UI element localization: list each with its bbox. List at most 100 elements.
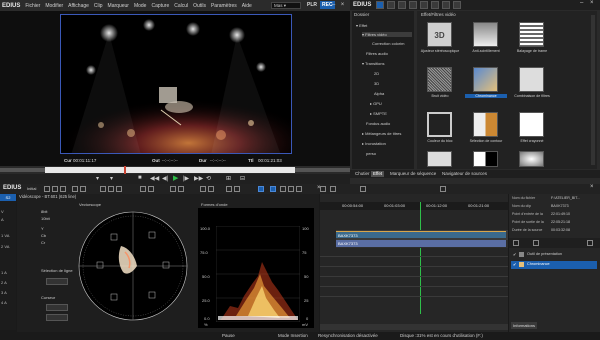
check-icon[interactable]: ✔ xyxy=(513,252,516,257)
cut-icon[interactable] xyxy=(100,186,106,192)
panel-minimize-icon[interactable]: – xyxy=(580,0,583,6)
layout-wide-icon[interactable] xyxy=(296,186,302,192)
tree-item-transitions[interactable]: ▾ Transitions xyxy=(362,61,384,66)
track-label-4a[interactable]: 4 A xyxy=(1,300,7,305)
video-preview[interactable] xyxy=(60,14,292,154)
copy-icon[interactable] xyxy=(108,186,114,192)
layout-grid-icon[interactable] xyxy=(280,186,286,192)
tab-effet[interactable]: Effet xyxy=(371,171,385,177)
set-out-icon[interactable]: ▾ xyxy=(110,175,113,182)
menu-parametres[interactable]: Paramètres xyxy=(211,3,237,9)
track-label-2a[interactable]: 2 A xyxy=(1,280,7,285)
tree-item-alpha[interactable]: Alpha xyxy=(374,91,384,96)
cursor-input-2[interactable] xyxy=(46,314,68,321)
menu-modifier[interactable]: Modifier xyxy=(45,3,63,9)
menu-mode[interactable]: Mode xyxy=(134,3,147,9)
menu-affichage[interactable]: Affichage xyxy=(68,3,89,9)
split-icon[interactable] xyxy=(178,186,184,192)
scope-10bit-label[interactable]: 10bit xyxy=(41,216,50,221)
undo-icon[interactable] xyxy=(72,186,78,192)
layer-item[interactable]: ✔ Outil de présentation xyxy=(511,251,597,259)
tree-item-gpu[interactable]: ▸ GPU xyxy=(370,101,382,106)
layout-list-icon[interactable] xyxy=(288,186,294,192)
audio-icon[interactable] xyxy=(200,186,206,192)
tab-marqueur-sequence[interactable]: Marqueur de séquence xyxy=(388,171,438,177)
fast-forward-icon[interactable]: ▶▶ xyxy=(194,175,203,182)
paste-icon[interactable] xyxy=(116,186,122,192)
search-icon[interactable] xyxy=(420,1,428,9)
menu-outils[interactable]: Outils xyxy=(193,3,206,9)
render-icon[interactable] xyxy=(226,186,232,192)
track-label-v[interactable]: V xyxy=(1,209,4,214)
set-in-icon[interactable]: ▾ xyxy=(96,175,99,182)
effect-tile[interactable]: Bruit vidéo xyxy=(419,67,461,112)
timeline-scrollbar[interactable] xyxy=(320,324,508,330)
close-icon[interactable]: × xyxy=(339,1,346,9)
playhead-marker[interactable] xyxy=(124,166,126,174)
tab-navigateur-sources[interactable]: Navigateur de sources xyxy=(440,171,489,177)
tree-item-2d[interactable]: 2D xyxy=(374,71,379,76)
effect-tile[interactable]: Balayage de trame xyxy=(511,22,553,67)
zoom-in-icon[interactable] xyxy=(330,186,336,192)
menu-marqueur[interactable]: Marqueur xyxy=(108,3,129,9)
export-icon[interactable] xyxy=(234,186,240,192)
track-label-3a[interactable]: 3 A xyxy=(1,290,7,295)
cursor-input[interactable] xyxy=(46,304,68,311)
menu-capture[interactable]: Capture xyxy=(151,3,169,9)
track-label-2va[interactable]: 2 VA xyxy=(1,244,9,249)
timeline-cursor[interactable] xyxy=(420,202,421,314)
menu-aide[interactable]: Aide xyxy=(242,3,252,9)
step-back-icon[interactable]: ◀| xyxy=(162,175,168,182)
effect-tile[interactable]: 3D Ajusteur stéréoscopique xyxy=(419,22,461,67)
marker-icon[interactable] xyxy=(170,186,176,192)
save-icon[interactable] xyxy=(60,186,66,192)
scope-8bit-label[interactable]: 8bit xyxy=(41,209,47,214)
tree-item-correction[interactable]: Correction colorim xyxy=(372,41,404,46)
menu-fichier[interactable]: Fichier xyxy=(25,3,40,9)
grid-view-icon[interactable] xyxy=(398,1,406,9)
mode-select[interactable]: Mas ▾ xyxy=(271,2,301,9)
line-selection-input[interactable] xyxy=(46,278,68,285)
layout-single-icon[interactable] xyxy=(258,186,264,192)
zoom-out-icon[interactable] xyxy=(320,186,326,192)
new-sequence-icon[interactable] xyxy=(44,186,50,192)
mixer-icon[interactable] xyxy=(208,186,214,192)
menu-clip[interactable]: Clip xyxy=(94,3,103,9)
tree-item-perso[interactable]: perso xyxy=(366,151,376,156)
list-view-icon[interactable] xyxy=(409,1,417,9)
scrub-track[interactable] xyxy=(45,167,295,173)
scope-cb-label[interactable]: Cb xyxy=(41,233,46,238)
tree-item-3d[interactable]: 3D xyxy=(374,81,379,86)
layer-settings-icon[interactable] xyxy=(533,240,539,246)
play-icon[interactable]: ▶ xyxy=(173,174,178,182)
stop-icon[interactable]: ■ xyxy=(138,175,142,181)
rewind-icon[interactable]: ◀◀ xyxy=(150,175,159,182)
tree-item-filtres-video[interactable]: ▾ Filtres vidéo xyxy=(362,32,412,37)
menu-calcul[interactable]: Calcul xyxy=(174,3,188,9)
video-clip[interactable]: BAXK7373 xyxy=(336,231,506,238)
effect-tile[interactable] xyxy=(419,151,461,169)
track-label-1a[interactable]: 1 A xyxy=(1,270,7,275)
effect-tile[interactable]: Anti-scintillement xyxy=(465,22,507,67)
track-label-1va[interactable]: 1 VA xyxy=(1,233,9,238)
overwrite-icon[interactable]: ⊟ xyxy=(240,175,245,182)
scope-cr-label[interactable]: Cr xyxy=(41,240,45,245)
open-icon[interactable] xyxy=(52,186,58,192)
layer-add-icon[interactable] xyxy=(513,240,519,246)
tab-chutier[interactable]: Chutier xyxy=(353,171,372,177)
scrub-bar[interactable] xyxy=(0,166,350,174)
properties-icon[interactable] xyxy=(442,1,450,9)
step-forward-icon[interactable]: |▶ xyxy=(183,175,189,182)
effect-tile[interactable] xyxy=(511,151,553,169)
ripple-icon[interactable] xyxy=(140,186,146,192)
timeline-settings-icon[interactable] xyxy=(440,186,446,192)
tab-informations[interactable]: Informations xyxy=(511,322,538,329)
track-label-a[interactable]: A xyxy=(1,217,4,222)
sync-icon[interactable] xyxy=(148,186,154,192)
effect-tile[interactable]: Combinaison de filtres xyxy=(511,67,553,112)
audio-clip[interactable]: BAXK7373 xyxy=(336,240,506,247)
tree-item-effet[interactable]: ▾ Effet xyxy=(356,23,367,28)
layer-delete-icon[interactable] xyxy=(587,240,593,246)
tree-item-smpte[interactable]: ▸ SMPTE xyxy=(370,111,387,116)
tree-item-incrustation[interactable]: ▸ Incrustation xyxy=(362,141,386,146)
